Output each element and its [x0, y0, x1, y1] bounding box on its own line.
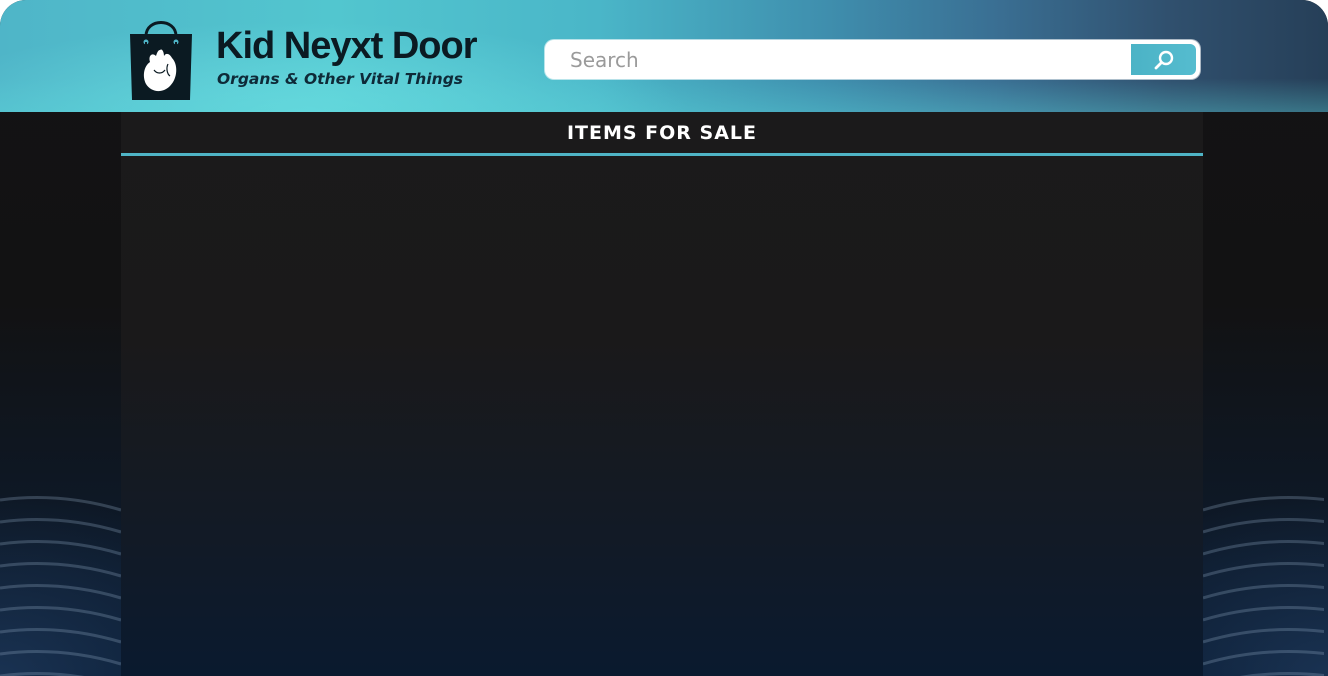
items-panel: ITEMS FOR SALE — [121, 112, 1203, 676]
search-icon — [1154, 50, 1173, 69]
brand-title[interactable]: Kid Neyxt Door — [216, 24, 477, 68]
search-bar — [545, 40, 1200, 79]
site-header: Kid Neyxt Door Organs & Other Vital Thin… — [0, 0, 1328, 112]
items-list — [121, 156, 1203, 676]
search-input[interactable] — [545, 40, 1130, 79]
app-window: Kid Neyxt Door Organs & Other Vital Thin… — [0, 0, 1328, 676]
decorative-waves-right — [1203, 440, 1324, 676]
decorative-waves-left — [0, 440, 121, 676]
search-button[interactable] — [1131, 44, 1196, 75]
brand-tagline: Organs & Other Vital Things — [217, 70, 464, 88]
shopping-bag-heart-icon[interactable] — [124, 12, 198, 104]
section-title: ITEMS FOR SALE — [566, 122, 758, 144]
